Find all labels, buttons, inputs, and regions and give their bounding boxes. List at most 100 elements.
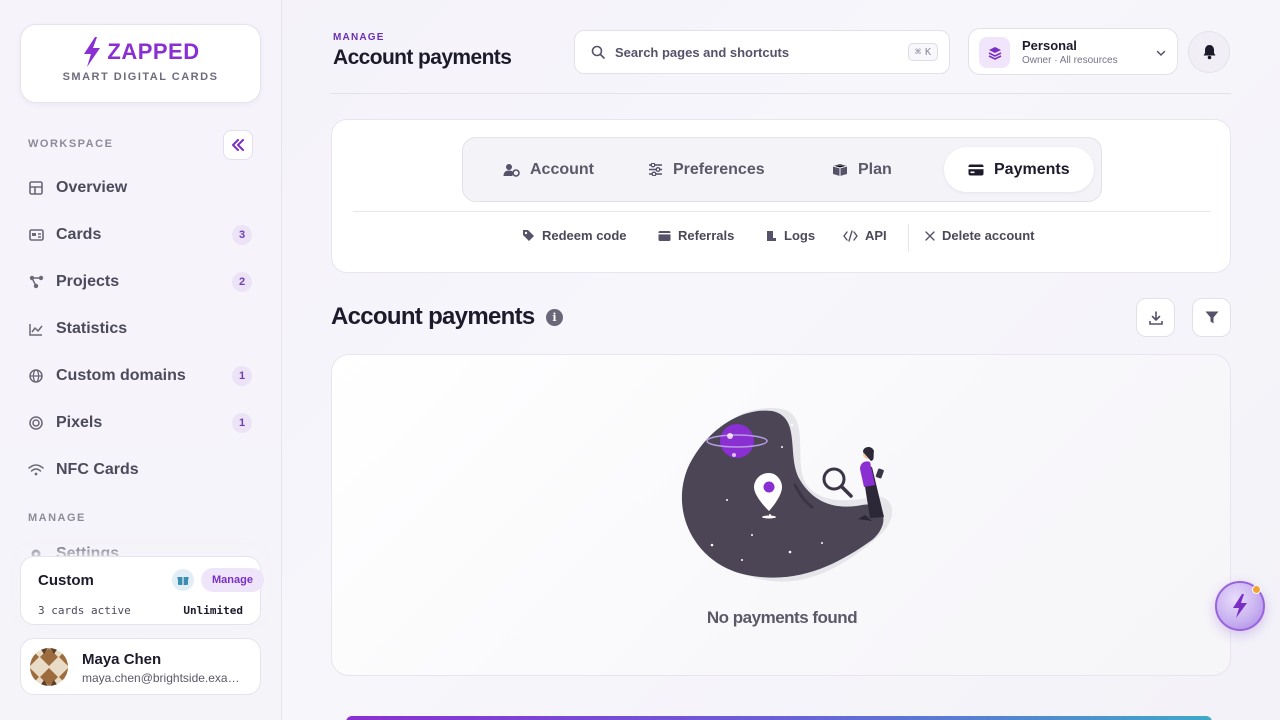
tabs-divider	[353, 211, 1210, 212]
lightning-logo-icon	[84, 37, 101, 67]
count-badge: 1	[232, 413, 252, 433]
sidebar-item-statistics[interactable]: Statistics	[28, 314, 252, 344]
close-icon	[925, 230, 935, 241]
brand-name: ZAPPED	[107, 39, 200, 64]
tab-label: Account	[530, 160, 594, 178]
tab-bar: Account Preferences Plan Payments	[462, 137, 1102, 202]
user-email: maya.chen@brightside.example.com	[82, 671, 247, 685]
sublink-label: Delete account	[942, 228, 1035, 243]
tab-payments[interactable]: Payments	[944, 147, 1094, 192]
count-badge: 1	[232, 366, 252, 386]
referrals-link[interactable]: Referrals	[658, 228, 734, 243]
page-eyebrow: MANAGE	[333, 32, 385, 43]
redeem-code-link[interactable]: Redeem code	[522, 228, 627, 243]
wallet-icon	[658, 230, 671, 241]
collapse-sidebar-button[interactable]	[223, 130, 253, 160]
sidebar-item-overview[interactable]: Overview	[28, 173, 252, 203]
sidebar-item-label: Statistics	[56, 320, 128, 337]
tab-account[interactable]: Account	[479, 147, 618, 192]
tab-label: Plan	[858, 160, 892, 178]
search-input[interactable]: Search pages and shortcuts ⌘ K	[574, 30, 950, 74]
nodes-icon	[28, 274, 44, 290]
sublink-label: Redeem code	[542, 228, 627, 243]
workspace-role: Owner · All resources	[1022, 55, 1118, 66]
grid-icon	[28, 180, 44, 196]
box-icon	[832, 164, 848, 176]
count-badge: 3	[232, 225, 252, 245]
sidebar-item-nfc-cards[interactable]: NFC Cards	[28, 455, 252, 485]
sublinks-divider	[908, 224, 909, 252]
logs-link[interactable]: Logs	[764, 228, 815, 243]
count-badge: 2	[232, 272, 252, 292]
settings-tabs-card: Account Preferences Plan Payments Redeem…	[331, 119, 1231, 273]
header-divider	[331, 93, 1231, 94]
globe-icon	[28, 368, 44, 384]
plan-name: Custom	[38, 572, 94, 589]
download-icon	[1148, 310, 1163, 325]
double-chevron-left-icon	[232, 139, 244, 151]
assistant-button[interactable]	[1215, 581, 1265, 631]
manage-plan-button[interactable]: Manage	[201, 568, 264, 592]
gift-icon[interactable]	[172, 569, 194, 591]
manage-section-label: MANAGE	[28, 512, 86, 524]
sliders-icon	[649, 163, 662, 176]
tab-label: Payments	[994, 160, 1070, 178]
credit-card-icon	[968, 164, 984, 175]
sublink-label: API	[865, 228, 887, 243]
sidebar-item-label: Overview	[56, 179, 128, 196]
notifications-button[interactable]	[1188, 31, 1230, 73]
plan-limit: Unlimited	[183, 604, 243, 617]
workspace-selector[interactable]: Personal Owner · All resources	[968, 28, 1178, 75]
user-profile-card[interactable]: Maya Chen maya.chen@brightside.example.c…	[20, 638, 261, 695]
plan-active-cards: 3 cards active	[38, 604, 131, 617]
sublink-label: Logs	[784, 228, 816, 243]
plan-card: Custom Manage 3 cards active Unlimited	[20, 556, 264, 625]
bell-icon	[1203, 45, 1215, 60]
layers-icon	[979, 37, 1010, 68]
brand-tagline: SMART DIGITAL CARDS	[62, 71, 219, 83]
tab-label: Preferences	[673, 160, 765, 178]
sidebar-item-cards[interactable]: Cards 3	[28, 220, 252, 250]
sidebar-item-pixels[interactable]: Pixels 1	[28, 408, 252, 438]
empty-state-message: No payments found	[706, 608, 858, 627]
command-key: ⌘	[914, 46, 921, 58]
empty-search-illustration-icon	[681, 408, 893, 582]
sidebar-item-custom-domains[interactable]: Custom domains 1	[28, 361, 252, 391]
filter-icon	[1205, 311, 1218, 324]
brand-logo-card[interactable]: ZAPPED SMART DIGITAL CARDS	[20, 24, 261, 103]
user-gear-icon	[503, 163, 520, 177]
filter-button[interactable]	[1192, 298, 1231, 337]
notification-dot	[1252, 585, 1261, 594]
export-button[interactable]	[1136, 298, 1175, 337]
scroll-icon	[765, 230, 776, 241]
line-chart-icon	[28, 321, 44, 337]
tab-preferences[interactable]: Preferences	[624, 147, 789, 192]
tab-plan[interactable]: Plan	[808, 147, 916, 192]
sidebar-item-label: NFC Cards	[56, 461, 139, 478]
sidebar-item-label: Custom domains	[56, 367, 186, 384]
lightning-icon	[1233, 594, 1247, 618]
workspace-name: Personal	[1022, 38, 1077, 53]
search-placeholder: Search pages and shortcuts	[615, 44, 790, 60]
sidebar-item-label: Cards	[56, 226, 102, 243]
workspace-section-label: WORKSPACE	[28, 138, 114, 150]
sidebar-item-label: Projects	[56, 273, 120, 290]
page-title: Account payments	[333, 46, 512, 69]
user-name: Maya Chen	[82, 651, 162, 668]
chevron-down-icon	[1156, 45, 1166, 63]
sublink-label: Referrals	[678, 228, 735, 243]
tag-icon	[523, 230, 534, 241]
payments-empty-state: No payments found	[331, 354, 1231, 676]
avatar	[30, 648, 68, 686]
search-icon	[591, 45, 605, 59]
sidebar: ZAPPED SMART DIGITAL CARDS WORKSPACE Ove…	[0, 0, 282, 720]
api-link[interactable]: API	[843, 228, 887, 243]
target-icon	[28, 415, 44, 431]
delete-account-link[interactable]: Delete account	[925, 228, 1034, 243]
sidebar-item-label: Pixels	[56, 414, 103, 431]
id-card-icon	[28, 227, 44, 243]
gradient-banner	[346, 716, 1212, 720]
info-icon[interactable]: i	[546, 309, 563, 326]
sidebar-item-projects[interactable]: Projects 2	[28, 267, 252, 297]
shortcut-key: K	[924, 46, 931, 58]
